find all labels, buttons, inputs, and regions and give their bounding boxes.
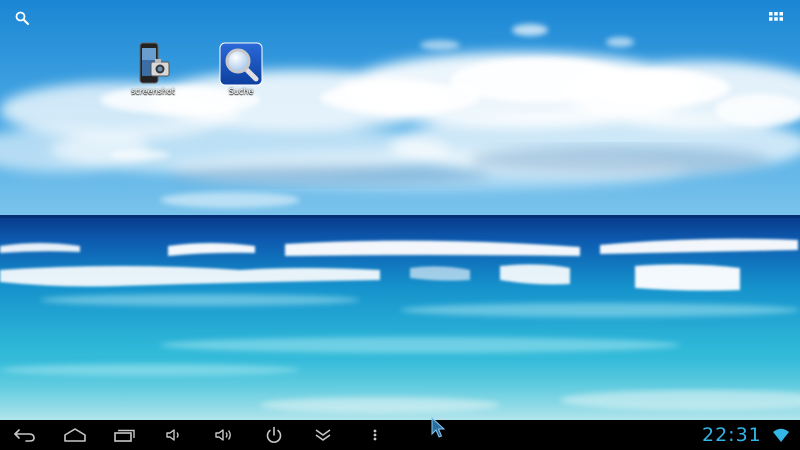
power-button[interactable]: [260, 423, 288, 447]
home-button[interactable]: [61, 423, 89, 447]
screenshot-phone-camera-icon: [131, 42, 175, 86]
recent-apps-button[interactable]: [111, 423, 139, 447]
mouse-pointer-icon: [431, 417, 446, 438]
android-home-screen: screenshot Suche 22:31: [0, 0, 800, 450]
shortcut-label: screenshot: [131, 87, 175, 96]
recent-apps-icon: [114, 429, 135, 442]
back-arrow-icon: [14, 429, 35, 442]
navigation-bar: [0, 420, 800, 450]
volume-up-button[interactable]: [210, 423, 238, 447]
shortcut-screenshot[interactable]: screenshot: [121, 42, 185, 96]
shortcut-suche[interactable]: Suche: [209, 42, 273, 96]
status-clock[interactable]: 22:31: [702, 421, 762, 449]
shortcut-label: Suche: [228, 87, 254, 96]
chevron-down-double-icon: [315, 429, 331, 441]
overflow-menu-icon: [373, 429, 377, 441]
hide-bar-button[interactable]: [309, 423, 337, 447]
back-button[interactable]: [11, 423, 39, 447]
beach-wallpaper: [0, 0, 800, 420]
volume-down-button[interactable]: [160, 423, 188, 447]
wifi-status[interactable]: [771, 426, 791, 444]
home-icon: [64, 428, 86, 442]
search-button[interactable]: [12, 8, 32, 28]
search-icon: [15, 11, 29, 25]
overflow-menu-button[interactable]: [361, 423, 389, 447]
volume-up-icon: [215, 429, 231, 441]
all-apps-grid-icon: [769, 12, 783, 21]
all-apps-button[interactable]: [766, 8, 786, 28]
volume-down-icon: [166, 429, 179, 441]
wifi-icon: [773, 428, 789, 442]
power-icon: [266, 426, 282, 443]
magnifier-search-icon: [219, 42, 263, 86]
